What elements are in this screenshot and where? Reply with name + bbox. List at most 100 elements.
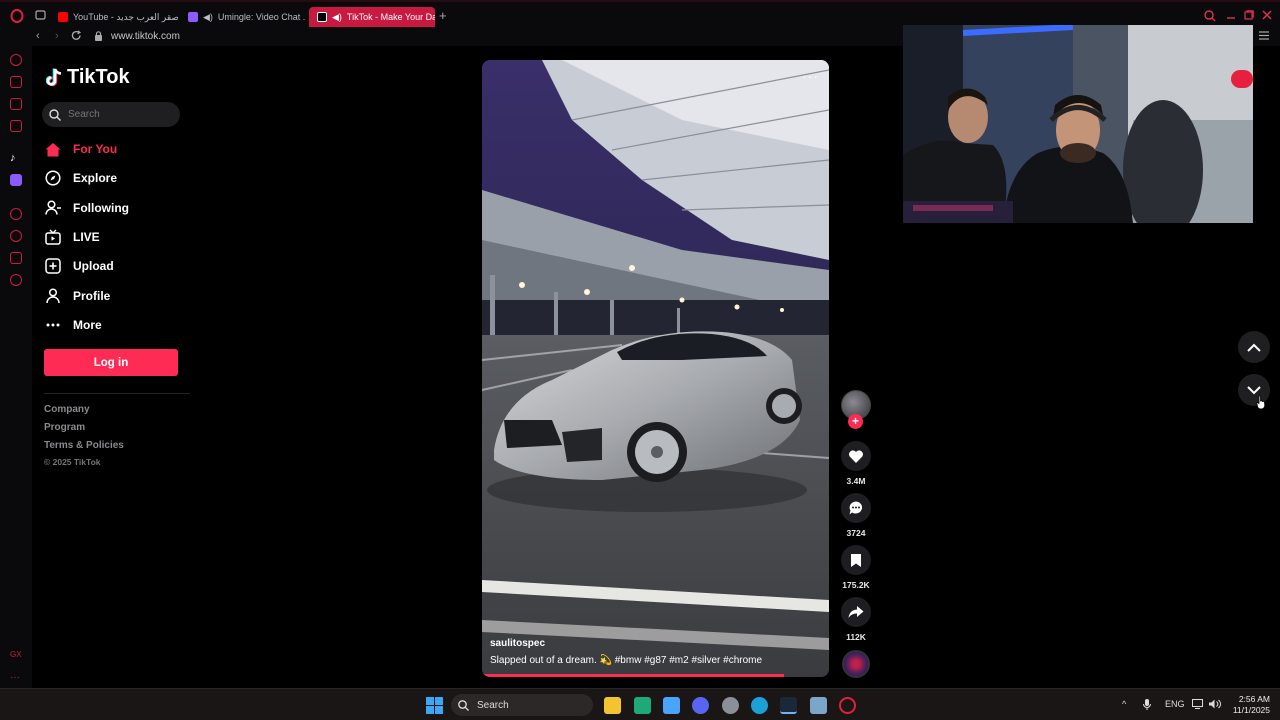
taskbar-search[interactable]: Search: [451, 694, 593, 716]
menu-icon[interactable]: [1259, 31, 1269, 43]
save-action: 175.2K: [841, 545, 871, 590]
webcam-feed: [903, 25, 1253, 223]
video-more-button[interactable]: ···: [802, 68, 819, 84]
close-icon[interactable]: [1262, 10, 1272, 23]
tab-youtube[interactable]: YouTube - صقر العرب جديد: [50, 7, 178, 27]
new-tab-button[interactable]: +: [439, 8, 447, 23]
language-indicator[interactable]: ENG: [1165, 699, 1185, 709]
forward-icon[interactable]: ›: [55, 30, 59, 42]
tab-title: TikTok - Make Your Da...: [346, 12, 435, 22]
instagram-icon[interactable]: [10, 98, 22, 110]
nav-explore[interactable]: Explore: [45, 170, 117, 186]
tab-search-icon[interactable]: [35, 10, 46, 23]
video-caption: Slapped out of a dream. 💫 #bmw #g87 #m2 …: [490, 655, 763, 666]
nav-live[interactable]: LIVE: [45, 229, 100, 245]
settings-icon[interactable]: [722, 697, 739, 714]
comment-button[interactable]: [841, 493, 871, 523]
restore-icon[interactable]: [1244, 10, 1254, 23]
umingle-favicon-icon: [188, 12, 198, 22]
youtube-favicon-icon: [58, 12, 68, 22]
tiktok-sidebar-icon[interactable]: ♪: [10, 152, 22, 164]
gx-icon[interactable]: GX: [10, 650, 22, 662]
search-input[interactable]: [68, 109, 168, 120]
chevron-down-icon: [1247, 385, 1261, 394]
share-icon: [848, 606, 864, 618]
edge-icon[interactable]: [751, 697, 768, 714]
network-icon[interactable]: [1192, 699, 1203, 711]
mouse-cursor: [1256, 395, 1266, 410]
search-icon: [458, 699, 469, 711]
video-author[interactable]: saulitospec: [490, 638, 545, 649]
video-progress-bar[interactable]: [482, 674, 784, 677]
tiktok-logo[interactable]: TikTok: [46, 66, 130, 89]
opera-gx-icon[interactable]: [839, 697, 856, 714]
nav-upload[interactable]: Upload: [45, 258, 114, 274]
store-icon[interactable]: [663, 697, 680, 714]
copyright: © 2025 TikTok: [44, 457, 101, 467]
nav-more[interactable]: More: [45, 317, 102, 333]
store-icon[interactable]: [10, 76, 22, 88]
tab-title: YouTube - صقر العرب جديد: [73, 11, 178, 22]
messenger-icon[interactable]: [10, 120, 22, 132]
previous-video-button[interactable]: [1238, 331, 1270, 363]
app-icon[interactable]: [634, 697, 651, 714]
speaker-icon: ◀): [203, 11, 213, 22]
share-action: 112K: [841, 597, 871, 642]
reload-icon[interactable]: [71, 30, 82, 44]
volume-icon[interactable]: [1209, 699, 1221, 711]
speaker-icon: ◀): [332, 11, 342, 22]
settings-icon[interactable]: [10, 274, 22, 286]
more-icon[interactable]: ···: [10, 672, 22, 684]
url-field[interactable]: www.tiktok.com: [111, 31, 180, 42]
follow-button[interactable]: +: [848, 414, 863, 429]
opera-sidebar: ♪ GX ···: [0, 46, 32, 688]
nav-profile[interactable]: Profile: [45, 288, 110, 304]
login-button[interactable]: Log in: [44, 349, 178, 376]
video-frame: [482, 60, 829, 677]
lock-icon[interactable]: [94, 31, 103, 44]
tab-tiktok[interactable]: ◀) TikTok - Make Your Da...: [309, 7, 435, 27]
tiktok-favicon-icon: [317, 12, 327, 22]
save-button[interactable]: [841, 545, 871, 575]
comment-action: 3724: [841, 493, 871, 538]
tab-umingle[interactable]: ◀) Umingle: Video Chat ...: [180, 7, 305, 27]
steam-icon[interactable]: [780, 697, 797, 714]
microphone-icon[interactable]: [1143, 699, 1151, 712]
twitch-icon[interactable]: [10, 174, 22, 186]
search-box[interactable]: [42, 102, 180, 127]
share-count: 112K: [846, 632, 866, 642]
video-player[interactable]: ··· saulitospec Slapped out of a dream. …: [482, 60, 829, 677]
chevron-up-icon[interactable]: ^: [1122, 699, 1126, 709]
compass-icon: [45, 170, 61, 186]
nav-following[interactable]: Following: [45, 200, 129, 216]
comment-count: 3724: [846, 528, 866, 538]
search-icon[interactable]: [1204, 10, 1216, 25]
discord-icon[interactable]: [692, 697, 709, 714]
app-icon[interactable]: [810, 697, 827, 714]
back-icon[interactable]: ‹: [36, 30, 40, 42]
webcam-overlay: [903, 25, 1253, 223]
music-disc[interactable]: [842, 650, 870, 678]
bookmark-icon: [851, 553, 861, 567]
history-icon[interactable]: [10, 230, 22, 242]
footer-link-terms[interactable]: Terms & Policies: [44, 440, 124, 451]
logo-text: TikTok: [67, 66, 130, 88]
file-explorer-icon[interactable]: [604, 697, 621, 714]
opera-logo-icon[interactable]: [10, 9, 24, 26]
home-icon: [45, 141, 61, 157]
player-icon[interactable]: [10, 208, 22, 220]
windows-start-icon[interactable]: [426, 697, 443, 714]
nav-label: More: [73, 318, 102, 332]
minimize-icon[interactable]: [1226, 10, 1236, 23]
nav-for-you[interactable]: For You: [45, 141, 117, 157]
system-clock[interactable]: 2:56 AM 11/1/2025: [1226, 694, 1270, 716]
share-button[interactable]: [841, 597, 871, 627]
like-button[interactable]: [841, 441, 871, 471]
extensions-icon[interactable]: [10, 252, 22, 264]
aria-icon[interactable]: [10, 54, 22, 66]
tab-title: Umingle: Video Chat ...: [217, 12, 305, 22]
footer-link-program[interactable]: Program: [44, 422, 85, 433]
chevron-up-icon: [1247, 343, 1261, 352]
comment-icon: [849, 501, 863, 515]
footer-link-company[interactable]: Company: [44, 404, 90, 415]
